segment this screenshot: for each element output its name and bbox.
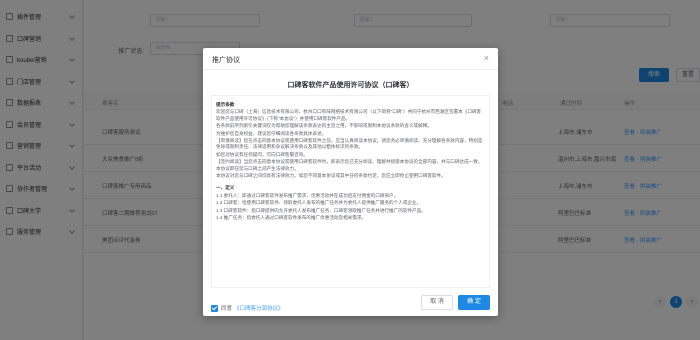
agree-label: 同意 (221, 306, 233, 312)
agreement-section-heading: 一、定义 (216, 185, 235, 191)
agree-row: 同意 《口碑客分润协议》 (211, 304, 284, 312)
agreement-paragraph: 1.1 委托人：即通过口碑客软件发布推广需求、优惠活动并在成功后支付佣金的口碑商… (216, 192, 399, 198)
agreement-paragraph: 为维护您自身权益，建议您仔细阅读各条款具体表述。 (216, 130, 327, 136)
agreement-section-heading: 提示条款 (216, 102, 235, 107)
agreement-paragraph: 【审慎阅读】您在点击同意本协议或使用口碑客软件之前，应当认真阅读本协议。请您务必… (216, 138, 483, 150)
agreement-paragraph: 1.2 口碑客：指使用口碑客软件、领取委托人发布的推广任务并为委托人提供推广服务… (216, 200, 422, 206)
dialog-title: 推广协议 (212, 57, 240, 64)
agreement-dialog: 推广协议 × 口碑客软件产品使用许可协议（口碑客） 提示条款欢迎您与口碑（上海）… (203, 48, 498, 316)
agreement-link[interactable]: 《口碑客分润协议》 (234, 304, 284, 312)
dialog-header: 推广协议 × (203, 48, 498, 70)
cancel-button[interactable]: 取 消 (421, 295, 453, 310)
agreement-paragraph (216, 180, 485, 183)
agreement-paragraph: 1.4 推广任务：指委托人通过口碑客软件发布的推广优惠活动及相关需求。 (216, 215, 367, 221)
agreement-paragraph: 如您对协议有任何疑问，可向口碑客服咨询。 (216, 151, 308, 157)
agreement-paragraph: 各条款前所列索引关键词仅为帮助您理解该条款表达的主旨之用，不影响或限制本协议条款… (216, 123, 432, 129)
agreement-paragraph: 1.3 口碑客软件：指口碑提供的允许委托人发布推广任务、口碑客领取推广任务并进行… (216, 207, 426, 213)
agreement-title: 口碑客软件产品使用许可协议（口碑客） (287, 82, 414, 89)
confirm-button[interactable]: 确 定 (458, 295, 490, 310)
agreement-paragraph: 欢迎您与口碑（上海）信息技术有限公司、杭州口口有味网络技术有限公司（以下简称"口… (216, 109, 482, 121)
agree-checkbox[interactable] (211, 304, 218, 312)
agreement-paragraph: 本协议对您与口碑之间均具有法律效力。如您不同意本协议或其中任何条款约定，您应立即… (216, 173, 446, 179)
agreement-text-area[interactable]: 提示条款欢迎您与口碑（上海）信息技术有限公司、杭州口口有味网络技术有限公司（以下… (211, 95, 490, 288)
close-icon[interactable]: × (484, 54, 489, 63)
agreement-paragraph: 【签约阅读】当您点击同意本协议或使用口碑客软件时，即表示您已充分阅读、理解并接受… (216, 159, 483, 171)
